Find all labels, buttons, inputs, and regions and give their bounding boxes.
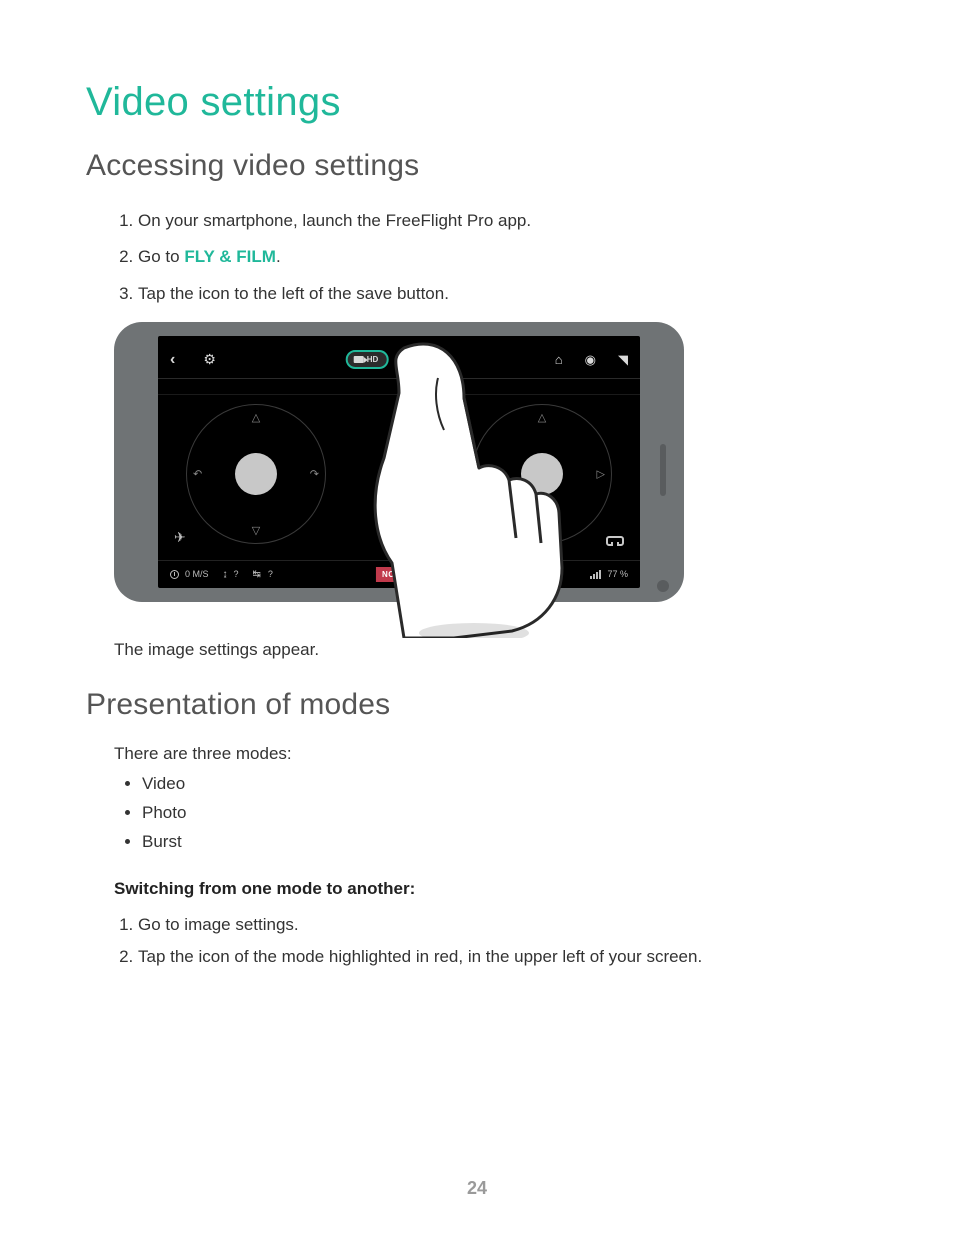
image-caption: The image settings appear. xyxy=(114,640,868,660)
joystick-knob[interactable] xyxy=(235,453,277,495)
altitude-icon: ↨ xyxy=(223,569,228,580)
page-number: 24 xyxy=(0,1178,954,1199)
section-modes-heading: Presentation of modes xyxy=(86,688,868,722)
screenshot-illustration: ‹ ⚙ HD 00:00 ⌂ ◉ ◥ △ xyxy=(114,322,684,622)
battery-value: 77 % xyxy=(607,569,628,579)
record-button[interactable] xyxy=(394,349,416,371)
timer-label: 00:00 xyxy=(422,354,452,365)
takeoff-icon[interactable]: ✈ xyxy=(174,529,186,546)
signal-icon xyxy=(590,570,601,579)
step-3: Tap the icon to the left of the save but… xyxy=(138,278,868,310)
chevron-right-icon: ▷ xyxy=(597,467,605,480)
page-title: Video settings xyxy=(86,80,868,125)
chevron-up-icon: △ xyxy=(538,411,546,424)
gear-icon[interactable]: ⚙ xyxy=(203,351,216,368)
switching-steps-list: Go to image settings. Tap the icon of th… xyxy=(86,909,868,974)
chevron-left-icon: ◁ xyxy=(479,467,487,480)
phone-camera-dot xyxy=(657,580,669,592)
vr-icon[interactable] xyxy=(606,536,624,546)
distance-value: ? xyxy=(268,569,273,579)
switch-step-1: Go to image settings. xyxy=(138,909,868,941)
fly-and-film-link: FLY & FILM xyxy=(184,247,276,266)
mode-video: Video xyxy=(142,770,868,799)
speed-value: 0 M/S xyxy=(185,569,209,579)
step-2: Go to FLY & FILM. xyxy=(138,241,868,273)
section-accessing-heading: Accessing video settings xyxy=(86,149,868,183)
chevron-up-icon: △ xyxy=(252,411,260,424)
camera-icon[interactable]: ◥ xyxy=(618,352,628,368)
home-icon[interactable]: ⌂ xyxy=(555,352,563,367)
app-bottom-bar: 0 M/S ↨? ↹? NOT CO 77 % xyxy=(158,560,640,588)
chevron-down-icon: ▽ xyxy=(252,524,260,537)
phone-screen: ‹ ⚙ HD 00:00 ⌂ ◉ ◥ △ xyxy=(158,336,640,588)
switching-heading: Switching from one mode to another: xyxy=(114,879,868,899)
rotate-left-icon: ↶ xyxy=(193,467,202,480)
phone-speaker xyxy=(660,444,666,496)
step-2-prefix: Go to xyxy=(138,247,184,266)
step-2-suffix: . xyxy=(276,247,281,266)
chevron-down-icon: ▽ xyxy=(538,524,546,537)
play-icon[interactable]: ◉ xyxy=(585,352,596,368)
status-badge: NOT CO xyxy=(376,567,422,582)
modes-list: Video Photo Burst xyxy=(86,770,868,857)
speed-icon xyxy=(170,570,179,579)
distance-icon: ↹ xyxy=(253,569,262,580)
video-settings-button[interactable]: HD xyxy=(346,350,389,369)
modes-intro: There are three modes: xyxy=(114,744,868,764)
altitude-value: ? xyxy=(234,569,239,579)
left-joystick[interactable]: △ ▽ ↶ ↷ xyxy=(186,404,326,544)
rotate-right-icon: ↷ xyxy=(310,467,319,480)
videocam-icon xyxy=(354,356,364,363)
hd-label: HD xyxy=(367,355,379,364)
joystick-knob[interactable] xyxy=(521,453,563,495)
accessing-steps-list: On your smartphone, launch the FreeFligh… xyxy=(86,205,868,310)
switch-step-2: Tap the icon of the mode highlighted in … xyxy=(138,941,868,973)
mode-photo: Photo xyxy=(142,799,868,828)
right-joystick[interactable]: △ ▽ ◁ ▷ xyxy=(472,404,612,544)
back-icon[interactable]: ‹ xyxy=(170,351,175,369)
mode-burst: Burst xyxy=(142,828,868,857)
app-top-bar: ‹ ⚙ HD 00:00 ⌂ ◉ ◥ xyxy=(158,346,640,374)
step-1: On your smartphone, launch the FreeFligh… xyxy=(138,205,868,237)
